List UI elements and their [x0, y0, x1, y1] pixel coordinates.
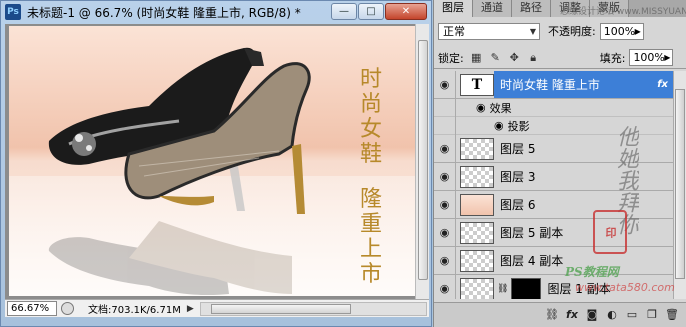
photoshop-screenshot: Ps 未标题-1 @ 66.7% (时尚女鞋 隆重上市, RGB/8) * — …	[0, 0, 686, 327]
fill-input[interactable]: 100% ▶	[629, 49, 674, 66]
chevron-right-icon: ▶	[634, 26, 641, 36]
lock-transparency-icon[interactable]: ▦	[470, 51, 483, 64]
layer-row-3[interactable]: ◉ 图层 3	[434, 162, 674, 191]
tab-layers[interactable]: 图层	[434, 0, 473, 17]
close-button[interactable]: ✕	[385, 3, 427, 20]
blend-mode-value: 正常	[443, 25, 465, 38]
document-titlebar[interactable]: Ps 未标题-1 @ 66.7% (时尚女鞋 隆重上市, RGB/8) * — …	[1, 1, 431, 23]
shadow-eye-icon: ◉	[494, 119, 504, 132]
layer-thumbnail	[460, 193, 494, 216]
horizontal-scroll-thumb[interactable]	[210, 303, 351, 314]
layer-name: 时尚女鞋 隆重上市	[500, 78, 600, 92]
document-title: 未标题-1 @ 66.7% (时尚女鞋 隆重上市, RGB/8) *	[27, 5, 301, 20]
layers-scrollbar[interactable]	[673, 71, 686, 299]
lock-label: 锁定:	[438, 51, 464, 65]
shoes-illustration: 时尚女鞋 隆重上市	[48, 47, 384, 296]
layer-thumbnail	[460, 277, 494, 299]
status-bar: 66.67% 文档:703.1K/6.71M ▶	[5, 299, 429, 317]
layers-panel: 图层 通道 路径 调整 蒙版 正常 ▼ 不透明度: 100% ▶ 锁定: ▦ ✎…	[433, 0, 686, 327]
visibility-eye-icon[interactable]: ◉	[434, 190, 456, 219]
drop-shadow-label: 投影	[507, 119, 530, 133]
opacity-label: 不透明度:	[548, 25, 596, 38]
canvas-horizontal-scrollbar[interactable]	[199, 301, 427, 316]
tab-channels[interactable]: 通道	[473, 0, 512, 17]
link-icon[interactable]: ⛓	[545, 308, 559, 322]
status-menu-arrow-icon[interactable]: ▶	[187, 304, 194, 314]
layer-thumbnail	[460, 165, 494, 188]
opacity-value: 100%	[603, 24, 636, 38]
ps-site-watermark: PS教程网	[565, 265, 619, 279]
lock-position-move-icon[interactable]: ✥	[508, 51, 521, 64]
document-size-info: 文档:703.1K/6.71M	[88, 305, 181, 316]
text-layer-thumbnail: T	[460, 73, 494, 96]
chevron-down-icon: ▼	[529, 26, 536, 36]
layers-bottom-toolbar: ⛓ fx ◙ ◐ ▭ ❐ 🗑︎	[434, 302, 686, 327]
mask-icon[interactable]: ◙	[585, 308, 599, 322]
visibility-eye-icon[interactable]: ◉	[434, 246, 456, 275]
layer-row-text[interactable]: ◉ T 时尚女鞋 隆重上市 fx	[434, 71, 674, 99]
opacity-input[interactable]: 100% ▶	[599, 22, 644, 40]
layers-scroll-thumb[interactable]	[675, 89, 685, 279]
layer-name: 图层 6	[500, 198, 536, 212]
fx-icon[interactable]: fx	[565, 308, 579, 322]
group-icon[interactable]: ▭	[625, 308, 639, 322]
document-window: Ps 未标题-1 @ 66.7% (时尚女鞋 隆重上市, RGB/8) * — …	[0, 0, 432, 327]
shoe-reflection	[48, 221, 292, 296]
canvas-vertical-scrollbar[interactable]	[415, 24, 429, 299]
layer-name: 图层 4 副本	[500, 254, 564, 268]
site-watermark: 思缘设计论坛 www.MISSYUAN.COM	[560, 7, 686, 17]
fill-value: 100%	[633, 51, 665, 64]
drop-shadow-effect-row[interactable]: ◉ 投影	[434, 116, 674, 135]
visibility-eye-icon[interactable]: ◉	[434, 274, 456, 299]
layer-row-5-copy[interactable]: ◉ 图层 5 副本	[434, 218, 674, 247]
image-canvas[interactable]: 时尚女鞋 隆重上市	[9, 26, 415, 296]
trash-icon[interactable]: 🗑︎	[665, 308, 679, 322]
canvas-text-line1-vertical: 时尚女鞋	[360, 67, 384, 167]
layer-mask-thumbnail	[511, 277, 542, 299]
blend-mode-row: 正常 ▼ 不透明度: 100% ▶	[434, 21, 686, 41]
new-layer-icon[interactable]: ❐	[645, 308, 659, 322]
lock-row: 锁定: ▦ ✎ ✥ 🔒︎ 填充: 100% ▶	[434, 47, 686, 69]
layer-thumbnail	[460, 249, 494, 272]
blend-mode-select[interactable]: 正常 ▼	[438, 22, 540, 40]
window-controls: — □ ✕	[331, 3, 427, 20]
photoshop-app-icon: Ps	[5, 4, 21, 20]
lock-pixels-brush-icon[interactable]: ✎	[489, 51, 502, 64]
layer-row-6[interactable]: ◉ 图层 6	[434, 190, 674, 219]
minimize-button[interactable]: —	[331, 3, 357, 20]
layer-name: 图层 5	[500, 142, 536, 156]
layer-row-4-copy[interactable]: ◉ 图层 4 副本	[434, 246, 674, 275]
layer-effects-row[interactable]: ◉ 效果	[434, 98, 674, 117]
visibility-eye-icon[interactable]: ◉	[434, 218, 456, 247]
effects-eye-icon: ◉	[476, 101, 486, 114]
layer-name: 图层 5 副本	[500, 226, 564, 240]
layer-name: 图层 3	[500, 170, 536, 184]
fx-badge-icon[interactable]: fx	[657, 79, 668, 90]
canvas-text-line2-vertical: 隆重上市	[360, 187, 384, 287]
canvas-area[interactable]: 时尚女鞋 隆重上市	[5, 24, 429, 299]
zoom-level-field[interactable]: 66.67%	[7, 301, 57, 316]
ps-url-watermark: www.tata580.com	[575, 281, 675, 294]
seal-stamp: 印	[593, 210, 627, 254]
visibility-eye-icon[interactable]: ◉	[434, 134, 456, 163]
layer-thumbnail	[460, 137, 494, 160]
mask-link-icon: ⛓	[497, 283, 509, 294]
layers-list: ◉ T 时尚女鞋 隆重上市 fx ◉ 效果 ◉ 投影 ◉ 图层 5 ◉ 图层 3…	[434, 71, 674, 299]
visibility-eye-icon[interactable]: ◉	[434, 71, 456, 99]
layer-row-5[interactable]: ◉ 图层 5	[434, 134, 674, 163]
effects-visibility-eye-icon[interactable]	[434, 98, 456, 117]
vertical-scroll-thumb[interactable]	[418, 40, 428, 280]
effects-label: 效果	[489, 101, 512, 115]
chevron-right-icon: ▶	[664, 53, 671, 62]
shadow-visibility-eye-icon[interactable]	[434, 116, 456, 135]
lock-all-icon[interactable]: 🔒︎	[527, 51, 540, 64]
fill-label: 填充:	[599, 51, 626, 65]
visibility-eye-icon[interactable]: ◉	[434, 162, 456, 191]
layer-thumbnail	[460, 221, 494, 244]
adjustment-icon[interactable]: ◐	[605, 308, 619, 322]
status-info-icon[interactable]	[61, 302, 74, 315]
maximize-button[interactable]: □	[358, 3, 384, 20]
tab-paths[interactable]: 路径	[512, 0, 551, 17]
